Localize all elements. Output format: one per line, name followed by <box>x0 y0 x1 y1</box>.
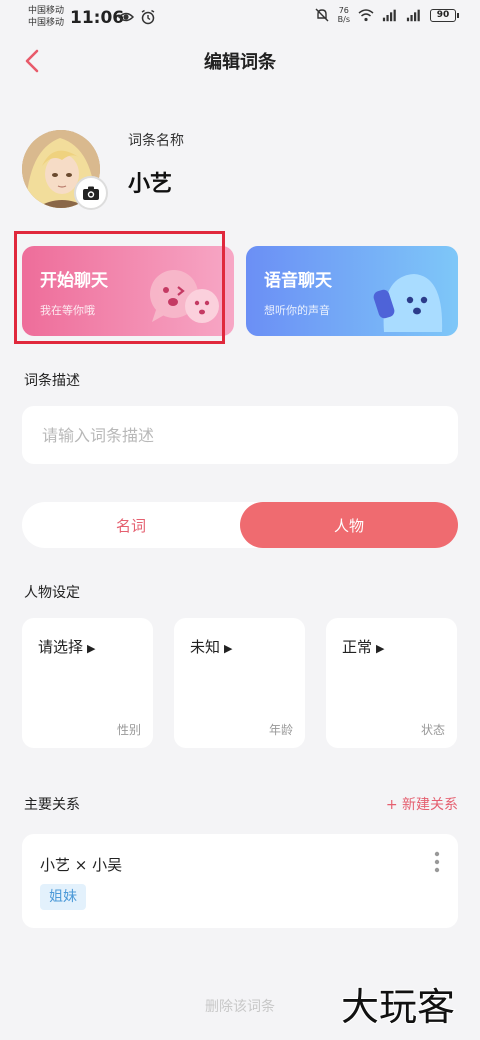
carrier-2: 中国移动 <box>28 18 65 28</box>
voice-chat-subtitle: 想听你的声音 <box>264 304 330 317</box>
network-speed-value: 76 <box>338 6 349 15</box>
camera-icon <box>83 186 99 200</box>
dropdown-triangle-icon: ▶ <box>87 642 96 655</box>
relation-pair: 小艺 × 小吴 <box>40 856 123 874</box>
start-chat-card[interactable]: 开始聊天 我在等你哦 <box>22 246 234 336</box>
signal-icon-1 <box>382 9 396 22</box>
description-label: 词条描述 <box>24 373 80 389</box>
relations-label: 主要关系 <box>24 797 80 813</box>
status-value: 正常 <box>342 638 373 656</box>
status-bar: 中国移动 中国移动 11:06 76 B/s 90 <box>0 0 480 36</box>
age-setting-card[interactable]: 未知 ▶ 年龄 <box>174 618 305 748</box>
age-value-row: 未知 ▶ <box>190 636 232 657</box>
gender-value: 请选择 <box>38 638 84 656</box>
segment-noun[interactable]: 名词 <box>22 502 240 548</box>
gender-label: 性别 <box>116 723 141 737</box>
battery-indicator: 90 <box>430 8 459 22</box>
new-relation-button[interactable]: + 新建关系 <box>386 794 458 814</box>
status-left-icons <box>118 9 156 25</box>
segment-person[interactable]: 人物 <box>240 502 458 548</box>
page-title: 编辑词条 <box>204 52 276 73</box>
mute-bell-icon <box>315 8 329 22</box>
status-label: 状态 <box>420 723 445 737</box>
status-setting-card[interactable]: 正常 ▶ 状态 <box>326 618 457 748</box>
alarm-icon <box>141 9 155 25</box>
gender-value-row: 请选择 ▶ <box>38 636 95 657</box>
gender-setting-card[interactable]: 请选择 ▶ 性别 <box>22 618 153 748</box>
watermark-logo: 大玩客 <box>340 984 456 1030</box>
voice-ghost-icon <box>373 274 443 332</box>
carrier-1: 中国移动 <box>28 6 65 16</box>
age-value: 未知 <box>190 638 221 656</box>
start-chat-title: 开始聊天 <box>40 271 108 291</box>
dropdown-triangle-icon: ▶ <box>224 642 233 655</box>
edit-entry-screen: 中国移动 中国移动 11:06 76 B/s 90 编辑词条 词条名称 小艺 开… <box>0 0 480 1040</box>
status-time: 11:06 <box>70 8 125 28</box>
voice-chat-title: 语音聊天 <box>264 271 332 291</box>
svg-text:大玩客: 大玩客 <box>341 985 455 1029</box>
change-avatar-button[interactable] <box>74 176 108 210</box>
person-settings-label: 人物设定 <box>24 585 80 601</box>
eye-icon <box>118 12 134 22</box>
entry-name-label: 词条名称 <box>128 133 184 149</box>
voice-chat-card[interactable]: 语音聊天 想听你的声音 <box>246 246 458 336</box>
network-speed: 76 B/s <box>338 6 350 24</box>
entry-name[interactable]: 小艺 <box>128 166 172 198</box>
wifi-icon <box>358 9 374 22</box>
signal-icon-2 <box>406 9 420 22</box>
carrier-info: 中国移动 中国移动 <box>28 5 64 29</box>
entry-type-segment: 名词 人物 <box>22 502 458 548</box>
relation-tag: 姐妹 <box>40 884 86 910</box>
description-input[interactable] <box>22 406 458 464</box>
start-chat-subtitle: 我在等你哦 <box>40 304 95 317</box>
age-label: 年龄 <box>268 723 293 737</box>
network-speed-unit: B/s <box>337 15 350 24</box>
relation-card[interactable]: 小艺 × 小吴 姐妹 <box>22 834 458 928</box>
chat-bubbles-icon <box>150 270 219 323</box>
dropdown-triangle-icon: ▶ <box>376 642 385 655</box>
more-options-icon[interactable] <box>432 850 442 874</box>
status-right-group: 76 B/s 90 <box>314 6 459 24</box>
status-value-row: 正常 ▶ <box>342 636 384 657</box>
